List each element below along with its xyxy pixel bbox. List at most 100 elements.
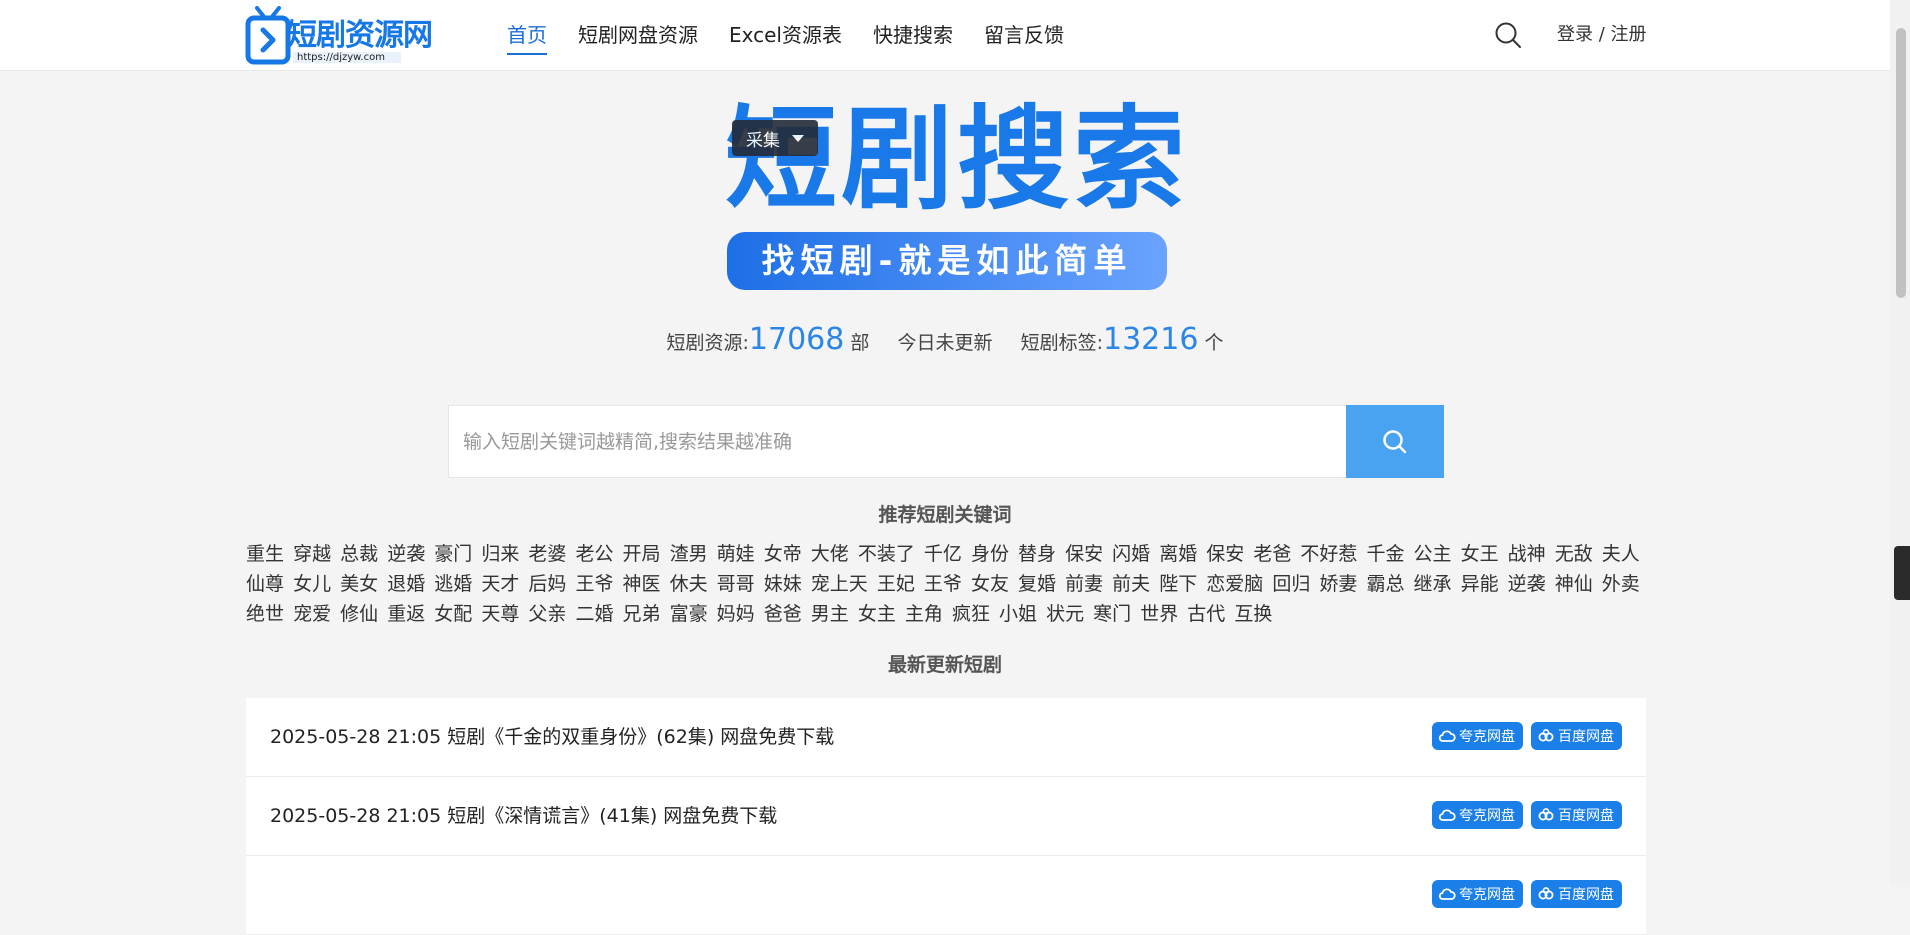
keyword-link[interactable]: 世界 <box>1140 603 1178 625</box>
quark-netdisk-button[interactable]: 夸克网盘 <box>1432 801 1523 829</box>
keyword-link[interactable]: 修仙 <box>340 603 378 625</box>
keyword-link[interactable]: 复婚 <box>1018 573 1056 595</box>
keyword-link[interactable]: 王爷 <box>924 573 962 595</box>
page-scrollbar[interactable] <box>1890 0 1910 885</box>
keyword-link[interactable]: 千金 <box>1366 543 1404 565</box>
keyword-link[interactable]: 萌娃 <box>717 543 755 565</box>
search-button[interactable] <box>1346 405 1444 478</box>
keyword-link[interactable]: 外卖 <box>1602 573 1640 595</box>
quark-netdisk-button[interactable]: 夸克网盘 <box>1432 722 1523 750</box>
keyword-link[interactable]: 父亲 <box>528 603 566 625</box>
keyword-link[interactable]: 女帝 <box>764 543 802 565</box>
keyword-link[interactable]: 千亿 <box>924 543 962 565</box>
keyword-link[interactable]: 主角 <box>905 603 943 625</box>
search-input[interactable] <box>449 406 1347 477</box>
keyword-link[interactable]: 女配 <box>434 603 472 625</box>
keyword-link[interactable]: 继承 <box>1414 573 1452 595</box>
keyword-link[interactable]: 宠爱 <box>293 603 331 625</box>
keyword-link[interactable]: 女儿 <box>293 573 331 595</box>
scrollbar-thumb[interactable] <box>1896 28 1906 298</box>
keyword-link[interactable]: 渣男 <box>670 543 708 565</box>
keyword-link[interactable]: 穿越 <box>293 543 331 565</box>
keyword-link[interactable]: 老婆 <box>528 543 566 565</box>
keyword-link[interactable]: 互换 <box>1234 603 1272 625</box>
keyword-link[interactable]: 王爷 <box>575 573 613 595</box>
keyword-link[interactable]: 大佬 <box>811 543 849 565</box>
side-float-widget[interactable] <box>1894 546 1910 600</box>
nav-home[interactable]: 首页 <box>507 0 547 70</box>
keyword-link[interactable]: 神仙 <box>1555 573 1593 595</box>
search-icon[interactable] <box>1494 21 1522 49</box>
keyword-link[interactable]: 男主 <box>811 603 849 625</box>
baidu-netdisk-button[interactable]: 百度网盘 <box>1531 801 1622 829</box>
baidu-netdisk-button[interactable]: 百度网盘 <box>1531 722 1622 750</box>
keyword-link[interactable]: 前夫 <box>1112 573 1150 595</box>
keyword-link[interactable]: 神医 <box>623 573 661 595</box>
keyword-link[interactable]: 开局 <box>623 543 661 565</box>
keyword-link[interactable]: 归来 <box>481 543 519 565</box>
keyword-link[interactable]: 夫人 <box>1602 543 1640 565</box>
keyword-link[interactable]: 寒门 <box>1093 603 1131 625</box>
keyword-link[interactable]: 霸总 <box>1366 573 1404 595</box>
keyword-link[interactable]: 保安 <box>1206 543 1244 565</box>
keyword-link[interactable]: 小姐 <box>999 603 1037 625</box>
nav-netdisk-resources[interactable]: 短剧网盘资源 <box>578 0 698 70</box>
keyword-link[interactable]: 离婚 <box>1159 543 1197 565</box>
keyword-link[interactable]: 逆袭 <box>1508 573 1546 595</box>
keyword-link[interactable]: 仙尊 <box>246 573 284 595</box>
keyword-link[interactable]: 不装了 <box>858 543 915 565</box>
keyword-link[interactable]: 闪婚 <box>1112 543 1150 565</box>
site-logo[interactable]: 短剧资源网 https://djzyw.com <box>245 4 441 66</box>
keyword-link[interactable]: 宠上天 <box>811 573 868 595</box>
keyword-link[interactable]: 无敌 <box>1555 543 1593 565</box>
keyword-link[interactable]: 天才 <box>481 573 519 595</box>
keyword-link[interactable]: 重返 <box>387 603 425 625</box>
keyword-link[interactable]: 公主 <box>1414 543 1452 565</box>
keyword-link[interactable]: 恋爱脑 <box>1206 573 1263 595</box>
keyword-link[interactable]: 回归 <box>1272 573 1310 595</box>
keyword-link[interactable]: 后妈 <box>528 573 566 595</box>
keyword-link[interactable]: 爸爸 <box>764 603 802 625</box>
keyword-link[interactable]: 王妃 <box>877 573 915 595</box>
keyword-link[interactable]: 女友 <box>971 573 1009 595</box>
nav-excel-sheet[interactable]: Excel资源表 <box>729 0 842 70</box>
collect-dropdown-button[interactable]: 采集 <box>732 120 818 156</box>
keyword-link[interactable]: 疯狂 <box>952 603 990 625</box>
keyword-link[interactable]: 兄弟 <box>623 603 661 625</box>
keyword-link[interactable]: 状元 <box>1046 603 1084 625</box>
keyword-link[interactable]: 逃婚 <box>434 573 472 595</box>
keyword-link[interactable]: 女主 <box>858 603 896 625</box>
keyword-link[interactable]: 老爸 <box>1253 543 1291 565</box>
keyword-link[interactable]: 二婚 <box>575 603 613 625</box>
keyword-link[interactable]: 总裁 <box>340 543 378 565</box>
nav-quick-search[interactable]: 快捷搜索 <box>873 0 953 70</box>
keyword-link[interactable]: 休夫 <box>670 573 708 595</box>
keyword-link[interactable]: 富豪 <box>670 603 708 625</box>
drama-link[interactable]: 2025-05-28 21:05 短剧《千金的双重身份》(62集) 网盘免费下载 <box>270 698 834 776</box>
keyword-link[interactable]: 身份 <box>971 543 1009 565</box>
nav-feedback[interactable]: 留言反馈 <box>984 0 1064 70</box>
keyword-link[interactable]: 替身 <box>1018 543 1056 565</box>
keyword-link[interactable]: 陛下 <box>1159 573 1197 595</box>
keyword-link[interactable]: 前妻 <box>1065 573 1103 595</box>
login-register-link[interactable]: 登录 / 注册 <box>1557 0 1647 70</box>
keyword-link[interactable]: 古代 <box>1187 603 1225 625</box>
keyword-link[interactable]: 逆袭 <box>387 543 425 565</box>
drama-link[interactable]: 2025-05-28 21:05 短剧《深情谎言》(41集) 网盘免费下载 <box>270 777 777 855</box>
keyword-link[interactable]: 妈妈 <box>717 603 755 625</box>
keyword-link[interactable]: 退婚 <box>387 573 425 595</box>
keyword-link[interactable]: 美女 <box>340 573 378 595</box>
keyword-link[interactable]: 老公 <box>575 543 613 565</box>
keyword-link[interactable]: 女王 <box>1461 543 1499 565</box>
keyword-link[interactable]: 天尊 <box>481 603 519 625</box>
keyword-link[interactable]: 妹妹 <box>764 573 802 595</box>
keyword-link[interactable]: 娇妻 <box>1319 573 1357 595</box>
baidu-netdisk-button[interactable]: 百度网盘 <box>1531 880 1622 908</box>
keyword-link[interactable]: 重生 <box>246 543 284 565</box>
keyword-link[interactable]: 豪门 <box>434 543 472 565</box>
keyword-link[interactable]: 不好惹 <box>1300 543 1357 565</box>
keyword-link[interactable]: 绝世 <box>246 603 284 625</box>
keyword-link[interactable]: 异能 <box>1461 573 1499 595</box>
keyword-link[interactable]: 哥哥 <box>717 573 755 595</box>
quark-netdisk-button[interactable]: 夸克网盘 <box>1432 880 1523 908</box>
